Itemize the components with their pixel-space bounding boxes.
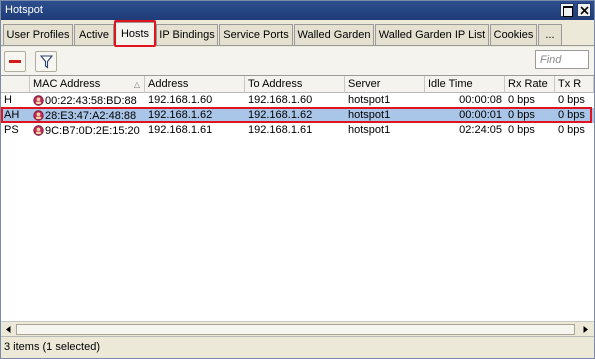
sort-ascending-icon: △ — [133, 80, 140, 89]
tab-bar: User Profiles Active Hosts IP Bindings S… — [1, 20, 594, 46]
mac-address-text: 28:E3:47:A2:48:88 — [45, 110, 137, 122]
mac-address-text: 00:22:43:58:BD:88 — [45, 95, 137, 107]
scroll-right-icon[interactable] — [580, 324, 591, 335]
column-header-rx-rate[interactable]: Rx Rate — [505, 76, 555, 93]
remove-button[interactable] — [4, 51, 26, 72]
column-header-idle-time[interactable]: Idle Time — [425, 76, 505, 93]
column-header-server[interactable]: Server — [345, 76, 425, 93]
host-icon — [33, 95, 44, 106]
row-server: hotspot1 — [348, 94, 391, 106]
row-address: 192.168.1.60 — [148, 94, 213, 106]
toolbar — [1, 47, 594, 75]
filter-icon — [40, 55, 53, 69]
status-text: 3 items (1 selected) — [4, 341, 100, 353]
tab-cookies[interactable]: Cookies — [490, 24, 537, 45]
tab-hosts[interactable]: Hosts — [115, 22, 155, 46]
status-bar: 3 items (1 selected) — [1, 336, 594, 358]
row-to-address: 192.168.1.61 — [248, 124, 313, 136]
table-row[interactable]: H 00:22:43:58:BD:88 192.168.1.60 192.168… — [1, 93, 594, 108]
title-bar[interactable]: Hotspot — [1, 1, 594, 20]
mac-address-text: 9C:B7:0D:2E:15:20 — [45, 125, 140, 137]
row-idle-time: 00:00:08 — [459, 94, 502, 106]
row-to-address: 192.168.1.60 — [248, 94, 313, 106]
row-server: hotspot1 — [348, 124, 391, 136]
window-title: Hotspot — [5, 4, 43, 16]
filter-button[interactable] — [35, 51, 57, 72]
row-idle-time: 00:00:01 — [459, 109, 502, 121]
row-rx-rate: 0 bps — [508, 94, 535, 106]
row-flags: AH — [4, 109, 20, 121]
tab-walled-garden-ip-list[interactable]: Walled Garden IP List — [375, 24, 489, 45]
hotspot-window: Hotspot User Profiles Active Hosts IP Bi… — [0, 0, 595, 359]
column-header-flags[interactable] — [1, 76, 30, 93]
row-server: hotspot1 — [348, 109, 391, 121]
table-row-selected[interactable]: AH 28:E3:47:A2:48:88 192.168.1.62 192.16… — [1, 108, 594, 123]
tab-service-ports[interactable]: Service Ports — [219, 24, 293, 45]
host-icon — [33, 110, 44, 121]
horizontal-scrollbar[interactable] — [1, 321, 594, 336]
table-row[interactable]: PS 9C:B7:0D:2E:15:20 192.168.1.61 192.16… — [1, 123, 594, 138]
hosts-table: MAC Address △ Address To Address Server … — [1, 75, 594, 321]
tab-walled-garden[interactable]: Walled Garden — [294, 24, 374, 45]
row-rx-rate: 0 bps — [508, 109, 535, 121]
column-header-to-address[interactable]: To Address — [245, 76, 345, 93]
host-icon — [33, 125, 44, 136]
row-mac-address: 28:E3:47:A2:48:88 — [30, 108, 145, 123]
row-mac-address: 9C:B7:0D:2E:15:20 — [30, 123, 145, 138]
row-mac-address: 00:22:43:58:BD:88 — [30, 93, 145, 108]
row-to-address: 192.168.1.62 — [248, 109, 313, 121]
column-header-label: MAC Address — [33, 78, 101, 90]
tab-user-profiles[interactable]: User Profiles — [3, 24, 73, 45]
column-header-address[interactable]: Address — [145, 76, 245, 93]
row-flags: PS — [4, 124, 19, 136]
scrollbar-thumb[interactable] — [16, 324, 575, 335]
tab-active[interactable]: Active — [74, 24, 114, 45]
row-address: 192.168.1.62 — [148, 109, 213, 121]
row-address: 192.168.1.61 — [148, 124, 213, 136]
row-tx-rate: 0 bps — [558, 94, 585, 106]
scroll-left-icon[interactable] — [3, 324, 14, 335]
row-rx-rate: 0 bps — [508, 124, 535, 136]
tab-ip-bindings[interactable]: IP Bindings — [156, 24, 218, 45]
close-button[interactable] — [577, 3, 591, 17]
row-idle-time: 02:24:05 — [459, 124, 502, 136]
row-tx-rate: 0 bps — [558, 124, 585, 136]
row-tx-rate: 0 bps — [558, 109, 585, 121]
find-input[interactable] — [535, 50, 589, 69]
maximize-button[interactable] — [560, 3, 574, 17]
column-header-tx-rate[interactable]: Tx R — [555, 76, 594, 93]
row-flags: H — [4, 94, 12, 106]
tab-more[interactable]: ... — [538, 24, 562, 45]
column-header-mac-address[interactable]: MAC Address △ — [30, 76, 145, 93]
close-icon — [580, 6, 589, 15]
table-header: MAC Address △ Address To Address Server … — [1, 76, 594, 93]
